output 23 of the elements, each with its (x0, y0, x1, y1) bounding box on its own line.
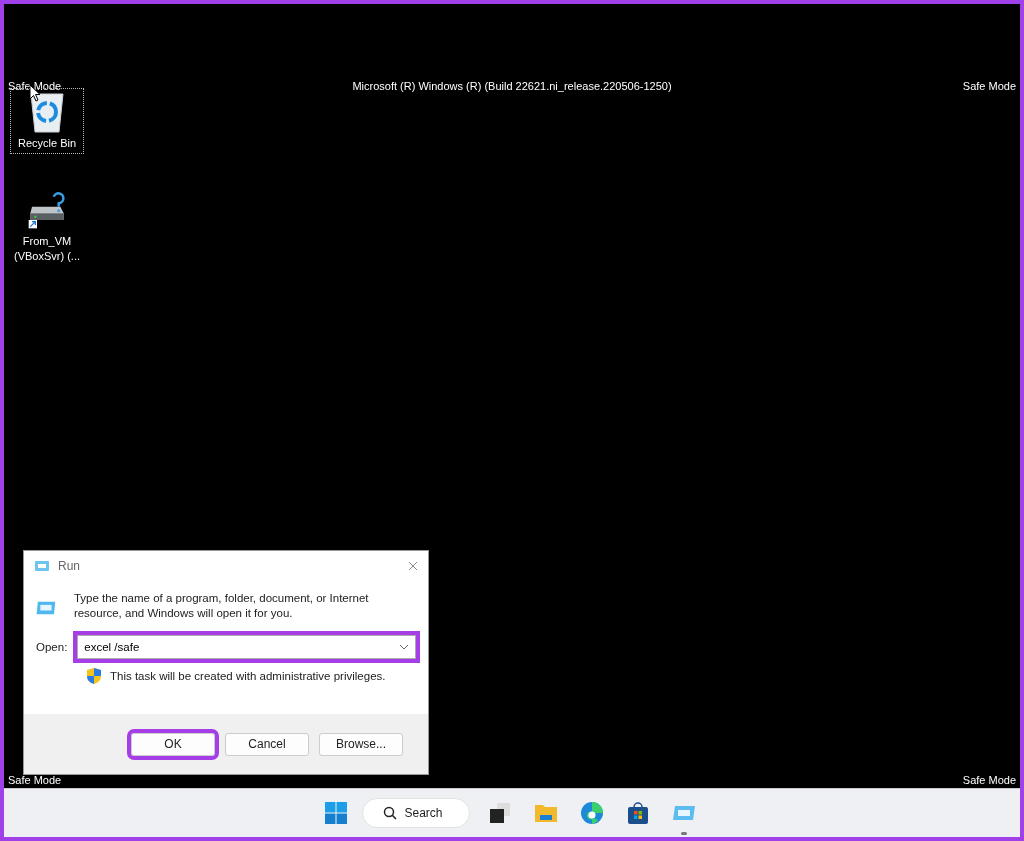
build-text: Microsoft (R) Windows (R) (Build 22621.ni_release.220506-1250) (352, 80, 672, 92)
dropdown-chevron-icon[interactable] (399, 644, 409, 650)
admin-note: This task will be created with administrative privileges. (110, 670, 386, 682)
run-app-icon (34, 560, 50, 572)
dialog-button[interactable]: Browse... (319, 732, 403, 756)
close-icon[interactable] (408, 561, 418, 571)
dialog-button[interactable]: Cancel (225, 732, 309, 756)
dialog-description: Type the name of a program, folder, document, or Internet resource, and Windows will open it for you. (73, 591, 370, 621)
search-icon (383, 806, 398, 820)
shield-icon (86, 667, 102, 685)
shortcut-label: From_VM (VBoxSvr) (... (14, 234, 80, 264)
search-button[interactable]: Search (362, 798, 470, 828)
dialog-title: Run (58, 559, 81, 573)
safe-mode-label: Safe Mode (962, 774, 1016, 786)
safe-mode-label: Safe Mode (8, 774, 62, 786)
shortcut-label: Recycle Bin (16, 136, 78, 151)
safe-mode-label: Safe Mode (962, 80, 1016, 92)
start-icon[interactable] (324, 801, 349, 825)
desktop-shortcut[interactable]: From_VM (VBoxSvr) (... (10, 186, 84, 267)
browser-icon[interactable] (579, 801, 604, 825)
store-bag-icon[interactable] (625, 801, 650, 825)
open-label: Open: (36, 641, 68, 653)
task-view-icon[interactable] (487, 801, 512, 825)
